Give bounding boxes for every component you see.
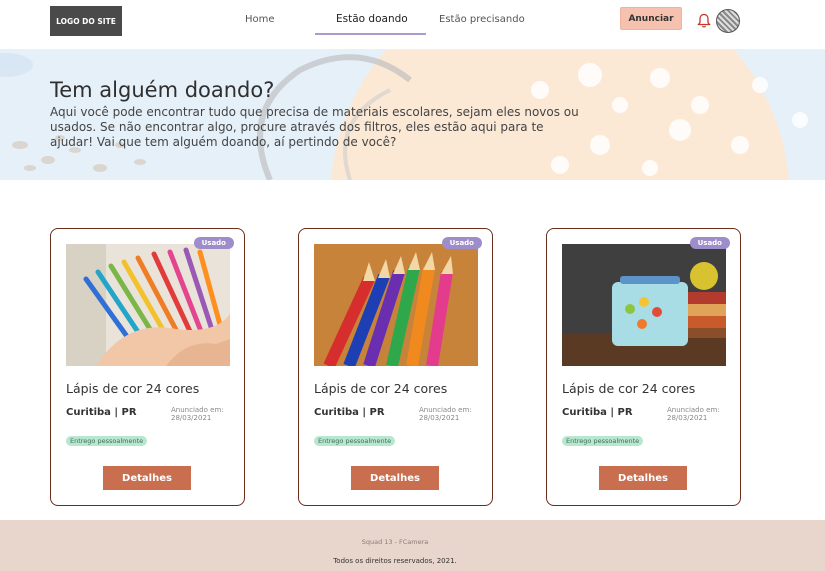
hero-title: Tem alguém doando? (50, 78, 275, 102)
product-location: Curitiba | PR (66, 407, 137, 418)
nav-estao-doando[interactable]: Estão doando (336, 13, 408, 25)
product-title: Lápis de cor 24 cores (314, 381, 448, 396)
product-location: Curitiba | PR (314, 407, 385, 418)
delivery-tag: Entrego pessoalmente (314, 436, 396, 446)
product-image[interactable] (314, 244, 478, 366)
product-location: Curitiba | PR (562, 407, 633, 418)
product-date: Anunciado em: 28/03/2021 (419, 406, 472, 422)
nav-active-underline (315, 33, 426, 35)
nav-estao-precisando[interactable]: Estão precisando (439, 14, 525, 25)
lunchbox-image (562, 244, 726, 366)
product-card[interactable]: Usado Lápis de cor 24 cores Curitiba | P… (298, 228, 493, 506)
site-footer: Squad 13 - FCamera Todos os direitos res… (0, 520, 825, 571)
product-title: Lápis de cor 24 cores (66, 381, 200, 396)
delivery-tag: Entrego pessoalmente (66, 436, 148, 446)
anunciar-button[interactable]: Anunciar (620, 7, 682, 30)
condition-badge: Usado (441, 237, 482, 249)
product-image[interactable] (562, 244, 726, 366)
user-avatar[interactable] (716, 9, 740, 33)
details-button[interactable]: Detalhes (103, 466, 191, 490)
product-date: Anunciado em: 28/03/2021 (667, 406, 720, 422)
product-card[interactable]: Usado Lápis de cor 24 cores Curitiba | P… (546, 228, 741, 506)
hero-banner: Tem alguém doando? Aqui você pode encont… (0, 50, 825, 180)
details-button[interactable]: Detalhes (351, 466, 439, 490)
colored-pencils-image (314, 244, 478, 366)
site-header: LOGO DO SITE Home Estão doando Estão pre… (0, 0, 825, 50)
delivery-tag: Entrego pessoalmente (562, 436, 644, 446)
footer-copyright: Todos os direitos reservados, 2021. (333, 557, 457, 565)
condition-badge: Usado (193, 237, 234, 249)
site-logo[interactable]: LOGO DO SITE (50, 6, 122, 36)
product-image[interactable] (66, 244, 230, 366)
bell-icon[interactable] (697, 13, 711, 29)
product-date: Anunciado em: 28/03/2021 (171, 406, 224, 422)
footer-squad: Squad 13 - FCamera (361, 538, 429, 546)
hero-description: Aqui você pode encontrar tudo que precis… (50, 105, 579, 149)
product-card[interactable]: Usado Lápis de cor 24 cores Curitiba | P… (50, 228, 245, 506)
pens-image (66, 244, 230, 366)
condition-badge: Usado (689, 237, 730, 249)
details-button[interactable]: Detalhes (599, 466, 687, 490)
nav-home[interactable]: Home (245, 14, 275, 25)
product-title: Lápis de cor 24 cores (562, 381, 696, 396)
